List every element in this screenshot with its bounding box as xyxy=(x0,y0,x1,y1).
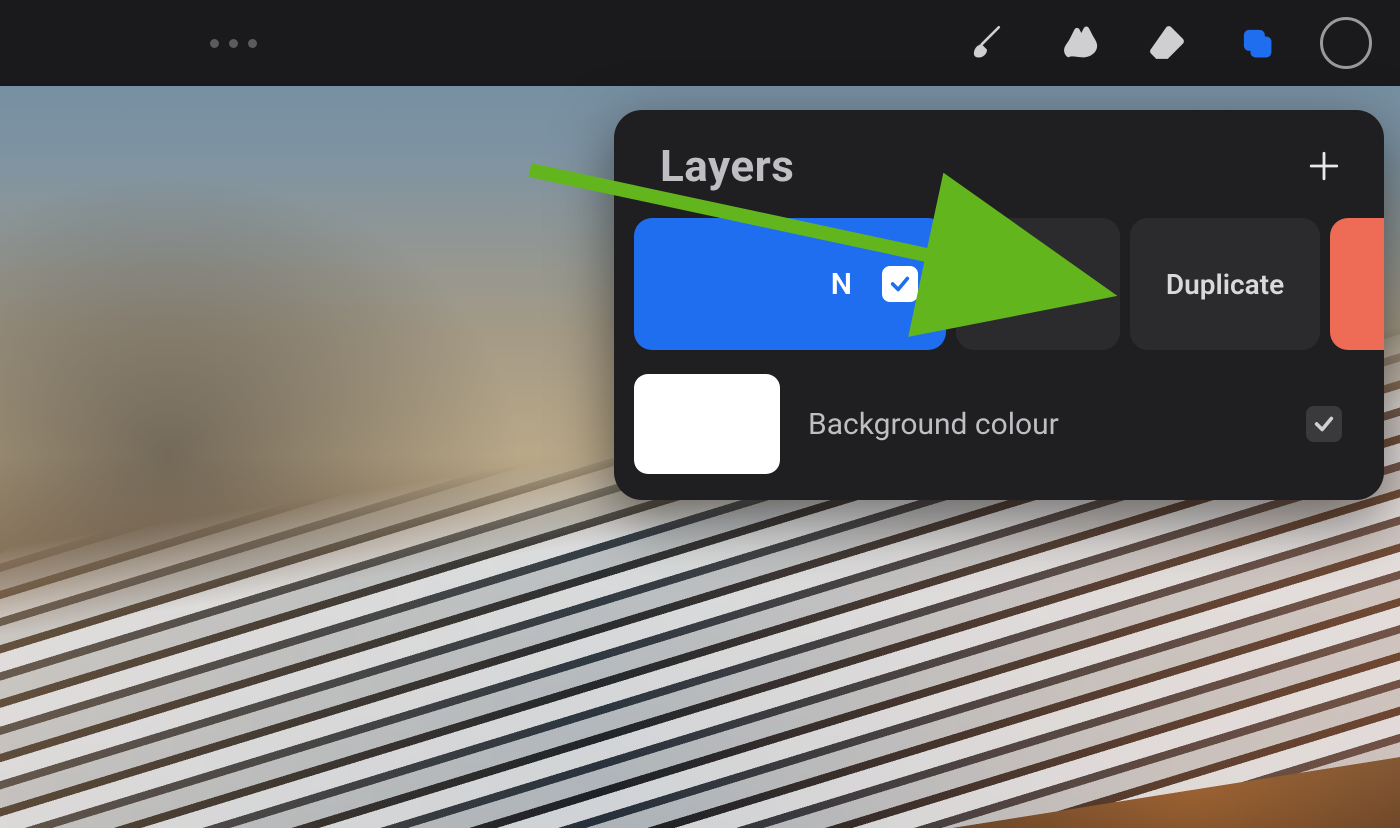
clear-layer-button[interactable]: Cle xyxy=(1330,218,1384,350)
layers-panel-title: Layers xyxy=(660,140,794,192)
brush-tool[interactable] xyxy=(942,0,1032,86)
layer-item-selected[interactable]: N xyxy=(634,218,946,350)
blend-mode-indicator[interactable]: N xyxy=(831,267,852,302)
add-layer-button[interactable] xyxy=(1306,148,1342,184)
smudge-tool[interactable] xyxy=(1032,0,1122,86)
duplicate-layer-button[interactable]: Duplicate xyxy=(1130,218,1320,350)
top-toolbar xyxy=(0,0,1400,86)
layers-tool[interactable] xyxy=(1212,0,1302,86)
background-layer-label: Background colour xyxy=(808,407,1278,442)
layer-visibility-checkbox[interactable] xyxy=(882,266,918,302)
modify-menu-icon[interactable] xyxy=(210,39,257,48)
background-visibility-checkbox[interactable] xyxy=(1306,406,1342,442)
color-picker[interactable] xyxy=(1320,17,1372,69)
eraser-tool[interactable] xyxy=(1122,0,1212,86)
selected-layer-row[interactable]: N Lock Duplicate Cle xyxy=(614,218,1384,350)
layers-popover: Layers N Lock Duplicate Cle Background c… xyxy=(614,110,1384,500)
lock-layer-button[interactable]: Lock xyxy=(956,218,1120,350)
background-color-swatch[interactable] xyxy=(634,374,780,474)
background-layer-row[interactable]: Background colour xyxy=(614,360,1384,474)
